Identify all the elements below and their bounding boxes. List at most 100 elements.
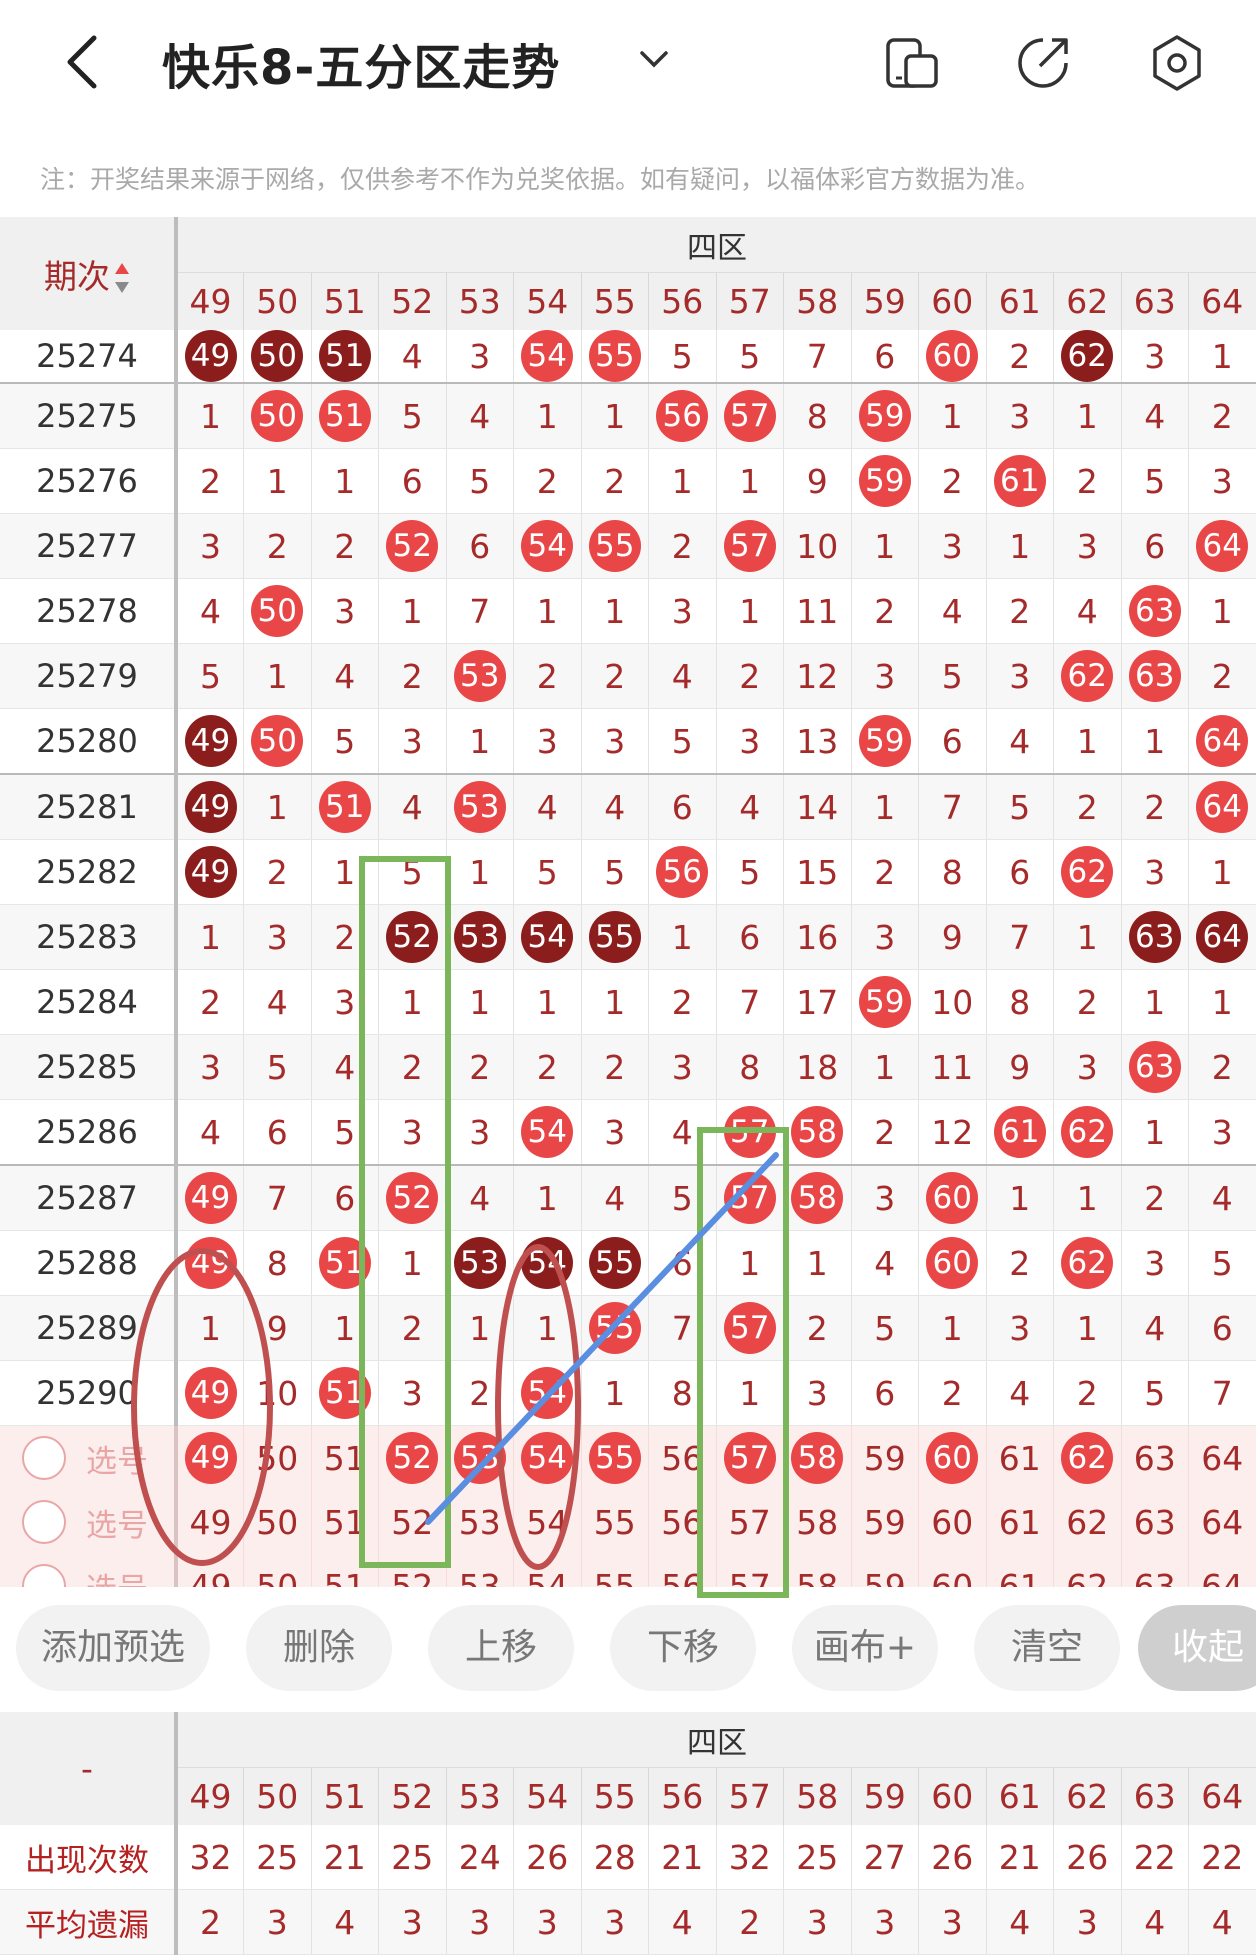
share-icon[interactable] — [1014, 34, 1072, 92]
select-number[interactable]: 53 — [459, 1503, 501, 1542]
select-cell[interactable]: 60 — [918, 1425, 987, 1490]
trend-cell: 16 — [783, 904, 852, 970]
select-cell[interactable]: 52 — [378, 1490, 447, 1554]
select-cell[interactable]: 53 — [446, 1490, 514, 1554]
select-cell[interactable]: 59 — [851, 1490, 919, 1554]
select-number[interactable]: 62 — [1066, 1503, 1108, 1542]
select-cell[interactable]: 61 — [986, 1425, 1054, 1490]
selected-ball[interactable]: 58 — [791, 1432, 844, 1484]
settings-gear-icon[interactable] — [1148, 34, 1206, 92]
sort-icon[interactable] — [114, 261, 130, 295]
select-number[interactable]: 56 — [661, 1439, 703, 1478]
select-number[interactable]: 50 — [256, 1439, 298, 1478]
selected-ball[interactable]: 52 — [386, 1432, 439, 1484]
move-down-button[interactable]: 下移 — [610, 1605, 756, 1691]
radio-button[interactable] — [22, 1436, 66, 1480]
select-cell[interactable]: 57 — [716, 1425, 784, 1490]
delete-button[interactable]: 删除 — [246, 1605, 392, 1691]
select-cell[interactable]: 51 — [311, 1425, 379, 1490]
select-number[interactable]: 55 — [594, 1503, 636, 1542]
selected-ball[interactable]: 53 — [453, 1432, 506, 1484]
collapse-button[interactable]: 收起 — [1138, 1605, 1256, 1691]
select-cell[interactable]: 60 — [918, 1490, 987, 1554]
draw-ball: 63 — [1128, 650, 1181, 702]
move-up-button[interactable]: 上移 — [428, 1605, 574, 1691]
select-cell[interactable]: 59 — [851, 1425, 919, 1490]
select-number[interactable]: 64 — [1201, 1503, 1243, 1542]
select-cell[interactable]: 64 — [1188, 1490, 1256, 1554]
layout-toggle-icon[interactable] — [884, 34, 942, 92]
omission-value: 5 — [266, 1047, 288, 1087]
omission-value: 1 — [739, 1373, 761, 1413]
select-number[interactable]: 54 — [526, 1503, 568, 1542]
select-number[interactable]: 51 — [324, 1439, 366, 1478]
select-number[interactable]: 59 — [864, 1503, 906, 1542]
select-number[interactable]: 56 — [661, 1503, 703, 1542]
draw-ball: 62 — [1061, 650, 1114, 702]
radio-button[interactable] — [22, 1500, 66, 1544]
select-number[interactable]: 61 — [999, 1503, 1041, 1542]
omission-value: 7 — [1211, 1373, 1233, 1413]
select-cell[interactable]: 54 — [513, 1490, 582, 1554]
selected-ball[interactable]: 55 — [588, 1432, 641, 1484]
select-number[interactable]: 63 — [1134, 1503, 1176, 1542]
select-row-label[interactable]: 选号 — [0, 1425, 178, 1490]
omission-value: 2 — [739, 656, 761, 696]
chevron-down-icon[interactable] — [636, 44, 672, 74]
add-preselect-button[interactable]: 添加预选 — [16, 1605, 210, 1691]
clear-button[interactable]: 清空 — [974, 1605, 1120, 1691]
select-cell[interactable]: 54 — [513, 1425, 582, 1490]
select-cell[interactable]: 64 — [1188, 1425, 1256, 1490]
select-number[interactable]: 51 — [324, 1503, 366, 1542]
omission-value: 4 — [671, 1112, 693, 1152]
selected-ball[interactable]: 54 — [521, 1432, 574, 1484]
selected-ball[interactable]: 62 — [1061, 1432, 1114, 1484]
select-cell[interactable]: 58 — [783, 1490, 852, 1554]
select-number[interactable]: 52 — [391, 1503, 433, 1542]
select-number[interactable]: 57 — [729, 1503, 771, 1542]
select-cell[interactable]: 52 — [378, 1425, 447, 1490]
select-cell[interactable]: 50 — [243, 1425, 312, 1490]
trend-cell: 3 — [446, 330, 514, 384]
select-number[interactable]: 60 — [931, 1503, 973, 1542]
stats-table: - 四区 49 50 51 52 53 54 55 56 57 58 59 60 61 62 63 64 出现次数 3… — [0, 1712, 1256, 1955]
select-cell[interactable]: 63 — [1121, 1425, 1189, 1490]
omission-value: 5 — [739, 852, 761, 892]
select-cell[interactable]: 56 — [648, 1490, 717, 1554]
back-arrow-icon[interactable] — [58, 32, 108, 92]
select-cell[interactable]: 61 — [986, 1490, 1054, 1554]
trend-cell: 4 — [581, 774, 649, 840]
selected-ball[interactable]: 57 — [723, 1432, 776, 1484]
page-title[interactable]: 快乐8-五分区走势 — [162, 28, 560, 98]
select-cell[interactable]: 56 — [648, 1425, 717, 1490]
selected-ball[interactable]: 60 — [926, 1432, 979, 1484]
select-cell[interactable]: 55 — [581, 1425, 649, 1490]
select-cell[interactable]: 62 — [1053, 1490, 1122, 1554]
select-cell[interactable]: 55 — [581, 1490, 649, 1554]
omission-value: 1 — [401, 1243, 423, 1283]
select-number[interactable]: 58 — [796, 1503, 838, 1542]
select-cell[interactable]: 62 — [1053, 1425, 1122, 1490]
select-cell[interactable]: 57 — [716, 1490, 784, 1554]
trend-cell: 1 — [1053, 383, 1122, 449]
select-cell[interactable]: 49 — [176, 1425, 244, 1490]
omission-value: 1 — [1009, 526, 1031, 566]
select-number[interactable]: 61 — [999, 1439, 1041, 1478]
select-number[interactable]: 50 — [256, 1503, 298, 1542]
select-number[interactable]: 64 — [1201, 1439, 1243, 1478]
select-number[interactable]: 63 — [1134, 1439, 1176, 1478]
omission-value: 1 — [266, 787, 288, 827]
select-row-label[interactable]: 选号 — [0, 1490, 178, 1554]
select-number[interactable]: 49 — [190, 1503, 232, 1542]
period-column-header[interactable]: 期次 — [0, 217, 178, 330]
canvas-add-button[interactable]: 画布+ — [792, 1605, 938, 1691]
select-cell[interactable]: 49 — [176, 1490, 244, 1554]
trend-cell: 59 — [851, 383, 919, 449]
select-number[interactable]: 59 — [864, 1439, 906, 1478]
select-cell[interactable]: 58 — [783, 1425, 852, 1490]
select-cell[interactable]: 51 — [311, 1490, 379, 1554]
selected-ball[interactable]: 49 — [184, 1432, 237, 1484]
select-cell[interactable]: 53 — [446, 1425, 514, 1490]
select-cell[interactable]: 63 — [1121, 1490, 1189, 1554]
select-cell[interactable]: 50 — [243, 1490, 312, 1554]
